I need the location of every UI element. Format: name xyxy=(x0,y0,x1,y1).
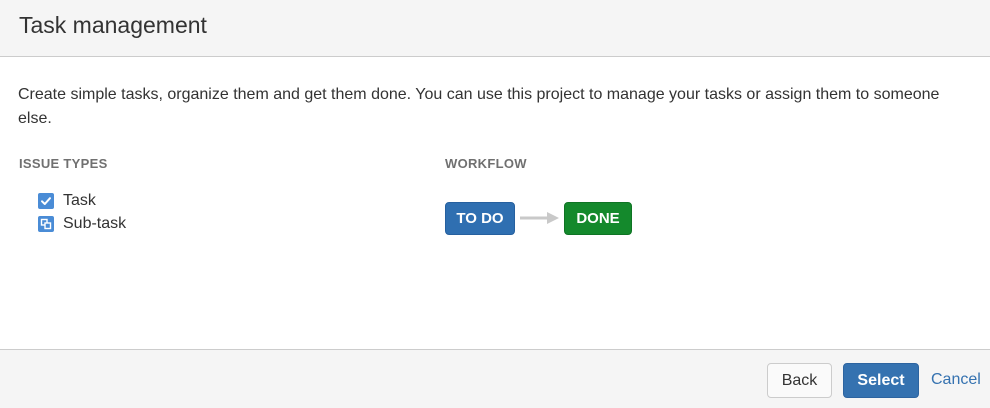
dialog-title: Task management xyxy=(19,12,207,38)
workflow-status-done: DONE xyxy=(564,202,632,235)
issue-types-list: Task Sub-task xyxy=(38,189,126,235)
task-checkbox-icon xyxy=(38,192,54,209)
issue-type-label: Sub-task xyxy=(63,214,127,232)
subtask-icon xyxy=(38,215,54,232)
issue-type-label: Task xyxy=(63,191,96,209)
project-description: Create simple tasks, organize them and g… xyxy=(18,86,940,127)
arrow-right-icon xyxy=(520,212,559,224)
issue-type-subtask: Sub-task xyxy=(38,212,126,235)
back-button[interactable]: Back xyxy=(767,363,832,398)
cancel-link[interactable]: Cancel xyxy=(931,371,981,389)
dialog-header: Task management xyxy=(0,0,990,57)
task-management-dialog: Task management Create simple tasks, org… xyxy=(0,0,990,408)
workflow-heading: WORKFLOW xyxy=(445,156,527,171)
dialog-footer: Back Select Cancel xyxy=(0,349,990,408)
select-button[interactable]: Select xyxy=(843,363,919,398)
workflow-status-todo: TO DO xyxy=(445,202,515,235)
issue-type-task: Task xyxy=(38,189,126,212)
issue-types-heading: ISSUE TYPES xyxy=(19,156,108,171)
